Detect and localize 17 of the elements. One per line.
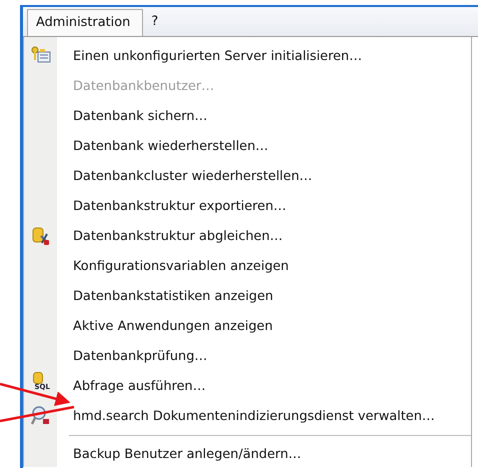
menu-item[interactable]: Abfrage ausführen… bbox=[57, 378, 206, 394]
database-tools-icon bbox=[30, 226, 50, 246]
menu-item[interactable]: Konfigurationsvariablen anzeigen bbox=[57, 258, 289, 274]
menu-item[interactable]: Backup Benutzer anlegen/ändern… bbox=[57, 446, 302, 462]
magnifier-icon bbox=[30, 406, 50, 426]
menu-item[interactable]: Datenbankstruktur exportieren… bbox=[57, 198, 286, 214]
menu-tab[interactable]: ? bbox=[143, 9, 170, 36]
menu-item[interactable]: Datenbank wiederherstellen… bbox=[57, 138, 268, 154]
menu-item[interactable]: Aktive Anwendungen anzeigen bbox=[57, 318, 273, 334]
menu-tab[interactable]: Administration bbox=[27, 9, 144, 36]
menu-item[interactable]: Einen unkonfigurierten Server initialisieren… bbox=[57, 48, 362, 64]
menu-item[interactable]: Datenbankcluster wiederherstellen… bbox=[57, 168, 312, 184]
menu-item[interactable]: Datenbankstruktur abgleichen… bbox=[57, 228, 283, 244]
menu-item[interactable]: Datenbank sichern… bbox=[57, 108, 208, 124]
menu-item[interactable]: Datenbankstatistiken anzeigen bbox=[57, 288, 274, 304]
menu-item[interactable]: Datenbankprüfung… bbox=[57, 348, 208, 364]
menu-item[interactable]: hmd.search Dokumentenindizierungsdienst verwalten… bbox=[57, 408, 435, 424]
